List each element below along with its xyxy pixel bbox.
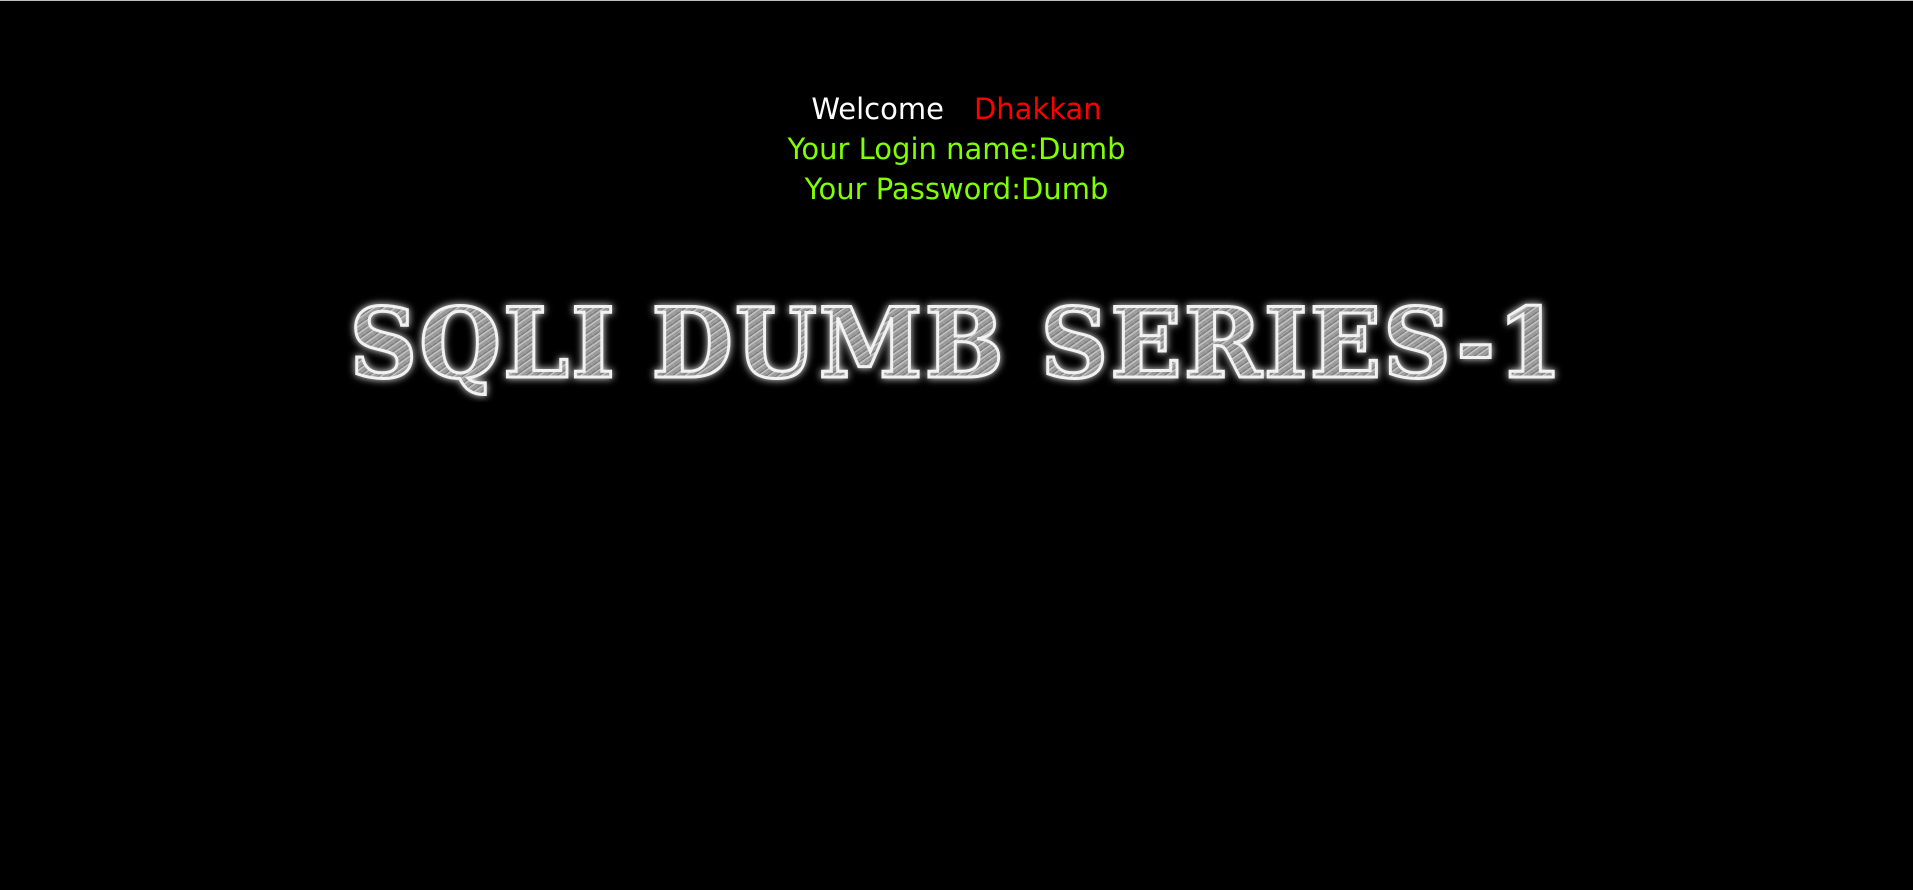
welcome-panel: Welcome Dhakkan Your Login name:Dumb Your… (0, 89, 1913, 209)
login-name-text: Your Login name:Dumb (787, 132, 1126, 166)
welcome-username: Dhakkan (973, 92, 1102, 126)
welcome-line: Welcome Dhakkan (0, 89, 1913, 129)
banner-title: SQLI DUMB SERIES-1 (350, 287, 1565, 400)
banner-logo-graphic: SQLI DUMB SERIES-1 (348, 287, 1565, 402)
welcome-greeting: Welcome (811, 92, 944, 126)
password-text: Your Password:Dumb (804, 172, 1109, 206)
banner-logo: SQLI DUMB SERIES-1 (340, 287, 1575, 402)
